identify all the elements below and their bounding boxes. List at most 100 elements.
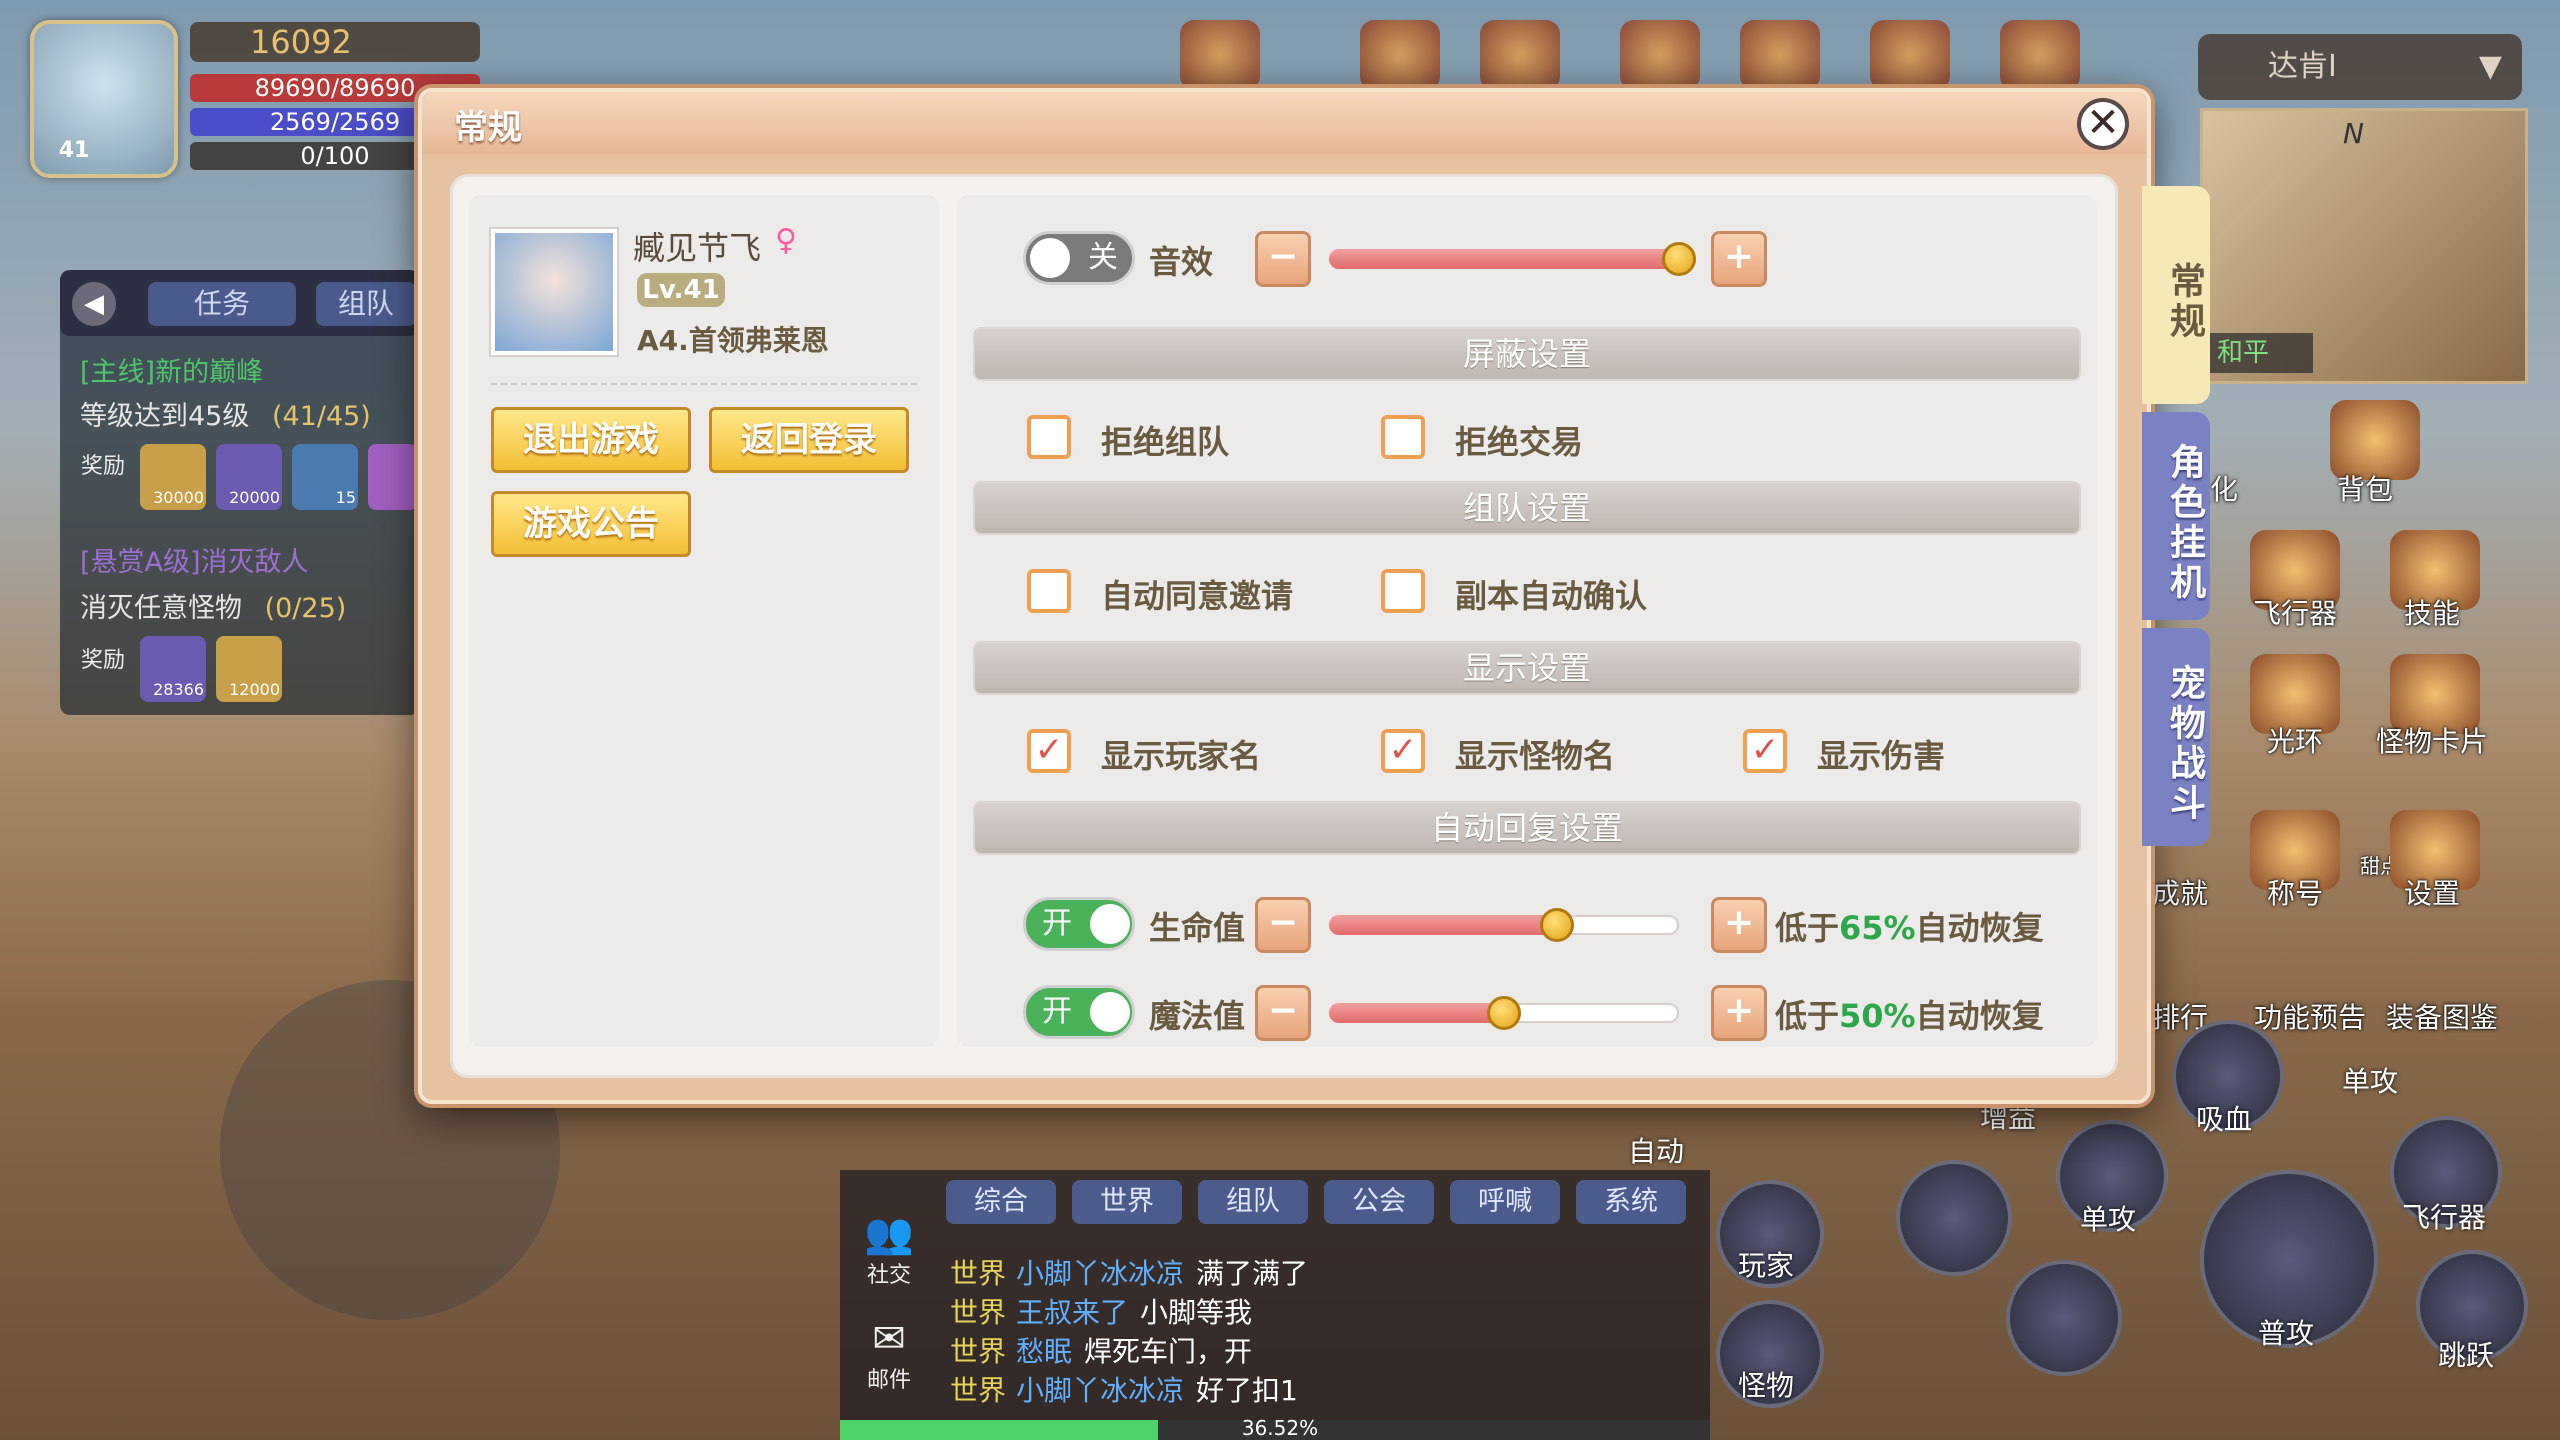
hp-slider[interactable] [1329, 908, 1679, 942]
collapse-arrow-icon[interactable]: ◀ [72, 282, 116, 326]
sound-increase-button[interactable]: + [1711, 231, 1767, 287]
profile-title: A4.首领弗莱恩 [637, 324, 829, 357]
reward-item-icon[interactable]: 15 [292, 444, 358, 510]
scale-icon[interactable] [1740, 20, 1820, 90]
hp-threshold-pct: 65% [1839, 909, 1916, 947]
chat-line[interactable]: 世界 小脚丫冰冰凉 满了满了 [950, 1252, 1308, 1292]
refuse-trade-checkbox[interactable] [1381, 415, 1425, 459]
refuse-team-label: 拒绝组队 [1101, 423, 1230, 461]
tab-pet-battle[interactable]: 宠物战斗 [2142, 628, 2210, 846]
chat-tab-guild[interactable]: 公会 [1324, 1180, 1434, 1224]
mp-decrease-button[interactable]: − [1255, 985, 1311, 1041]
chat-line[interactable]: 世界 小脚丫冰冰凉 好了扣1 [950, 1369, 1298, 1409]
aircraft-skill-label: 飞行器 [2401, 1201, 2486, 1234]
jump-label: 跳跃 [2437, 1339, 2494, 1372]
mp-increase-button[interactable]: + [1711, 985, 1767, 1041]
people-icon: 👥 [864, 1211, 914, 1257]
reward-gold-icon[interactable]: 30000 [140, 444, 206, 510]
settings-panel: 关 音效 − + 屏蔽设置 拒绝组队 拒绝交易 组队设置 自动同意邀请 副本自动… [957, 195, 2097, 1047]
achievement-label: 成就 [2151, 877, 2208, 910]
reward-item-count: 15 [335, 488, 356, 507]
auto-accept-invite-label: 自动同意邀请 [1101, 577, 1294, 615]
event-icon[interactable] [1180, 20, 1260, 90]
sound-slider[interactable] [1329, 242, 1696, 276]
main-quest-title[interactable]: [主线]新的巅峰 [80, 350, 263, 389]
sound-slider-knob[interactable] [1662, 242, 1696, 276]
chat-tab-all[interactable]: 综合 [946, 1180, 1056, 1224]
hp-increase-button[interactable]: + [1711, 897, 1767, 953]
bounty-quest-desc: 消灭任意怪物 (0/25) [80, 586, 346, 625]
chat-line[interactable]: 世界 王叔来了 小脚等我 [950, 1291, 1252, 1331]
mail-button[interactable]: ✉ 邮件 [854, 1316, 924, 1394]
card-icon[interactable] [1480, 20, 1560, 90]
bounty-quest-title[interactable]: [悬赏A级]消灭敌人 [80, 540, 309, 579]
mp-slider-knob[interactable] [1487, 996, 1521, 1030]
pk-mode[interactable]: 和平 [2203, 333, 2313, 373]
sound-toggle[interactable]: 关 [1023, 231, 1135, 285]
refuse-team-checkbox[interactable] [1027, 415, 1071, 459]
show-damage-label: 显示伤害 [1817, 737, 1946, 775]
game-notice-button[interactable]: 游戏公告 [491, 491, 691, 557]
reward-exp-icon[interactable]: 20000 [216, 444, 282, 510]
hp-recover-threshold: 低于65%自动恢复 [1775, 903, 2044, 949]
bag-label: 背包 [2336, 473, 2393, 506]
reward-exp-count: 20000 [229, 488, 280, 507]
halo-label: 光环 [2266, 725, 2323, 758]
dungeon-auto-confirm-checkbox[interactable] [1381, 569, 1425, 613]
chest-icon[interactable] [2000, 20, 2080, 90]
show-damage-checkbox[interactable]: ✓ [1743, 729, 1787, 773]
chat-tab-team[interactable]: 组队 [1198, 1180, 1308, 1224]
auto-label[interactable]: 自动 [1596, 1130, 1716, 1170]
gift-icon[interactable] [1870, 20, 1950, 90]
reward-extra-icon[interactable] [368, 444, 418, 510]
monster-card-label: 怪物卡片 [2375, 725, 2488, 758]
empty-skill-slot-2[interactable] [2006, 1260, 2122, 1376]
tab-general[interactable]: 常规 [2142, 186, 2210, 404]
chat-sender[interactable]: 小脚丫冰冰凉 [1016, 1257, 1184, 1290]
show-monster-name-checkbox[interactable]: ✓ [1381, 729, 1425, 773]
equip-book-label: 装备图鉴 [2385, 1001, 2498, 1034]
single-attack-2-label: 单攻 [2341, 1065, 2398, 1098]
north-indicator: N [2343, 117, 2364, 150]
chat-message: 焊死车门，开 [1084, 1335, 1253, 1368]
auto-accept-invite-checkbox[interactable] [1027, 569, 1071, 613]
bounty-quest-progress: (0/25) [264, 593, 347, 624]
mp-threshold-prefix: 低于 [1775, 997, 1840, 1035]
chat-sender[interactable]: 小脚丫冰冰凉 [1016, 1374, 1184, 1407]
chat-tab-system[interactable]: 系统 [1576, 1180, 1686, 1224]
chat-tab-shout[interactable]: 呼喊 [1450, 1180, 1560, 1224]
hp-slider-knob[interactable] [1540, 908, 1574, 942]
tab-auto-hangup[interactable]: 角色挂机 [2142, 412, 2210, 620]
empty-skill-slot-1[interactable] [1896, 1160, 2012, 1276]
profile-name: 臧见节飞 [633, 229, 762, 267]
social-button[interactable]: 👥 社交 [854, 1210, 924, 1289]
mp-recover-toggle[interactable]: 开 [1023, 985, 1135, 1039]
tab-team[interactable]: 组队 [316, 282, 416, 326]
profile-level-badge: Lv.41 [637, 273, 725, 307]
chat-sender[interactable]: 愁眠 [1016, 1335, 1072, 1368]
dialog-title: 常规 [454, 108, 522, 148]
player-label: 玩家 [1737, 1249, 1794, 1282]
bag-money-icon[interactable] [1360, 20, 1440, 90]
server-selector[interactable]: 达肯I ▼ [2198, 34, 2522, 100]
bounty-reward-gold-icon[interactable]: 12000 [216, 636, 282, 702]
minimap[interactable]: N 和平 [2200, 108, 2528, 384]
dungeon-auto-confirm-label: 副本自动确认 [1455, 577, 1648, 615]
hp-recover-toggle[interactable]: 开 [1023, 897, 1135, 951]
exit-game-button[interactable]: 退出游戏 [491, 407, 691, 473]
hp-decrease-button[interactable]: − [1255, 897, 1311, 953]
close-button[interactable]: ✕ [2077, 98, 2129, 150]
show-player-name-checkbox[interactable]: ✓ [1027, 729, 1071, 773]
tab-task[interactable]: 任务 [148, 282, 296, 326]
section-display-settings: 显示设置 [973, 641, 2081, 695]
chat-line[interactable]: 世界 愁眠 焊死车门，开 [950, 1330, 1252, 1370]
chat-sender[interactable]: 王叔来了 [1016, 1296, 1128, 1329]
toggle-knob [1090, 904, 1130, 944]
bounty-reward-exp-icon[interactable]: 28366 [140, 636, 206, 702]
sound-decrease-button[interactable]: − [1255, 231, 1311, 287]
mp-slider[interactable] [1329, 996, 1679, 1030]
chat-tab-world[interactable]: 世界 [1072, 1180, 1182, 1224]
chat-channel: 世界 [950, 1335, 1007, 1368]
return-login-button[interactable]: 返回登录 [709, 407, 909, 473]
crown-icon[interactable] [1620, 20, 1700, 90]
